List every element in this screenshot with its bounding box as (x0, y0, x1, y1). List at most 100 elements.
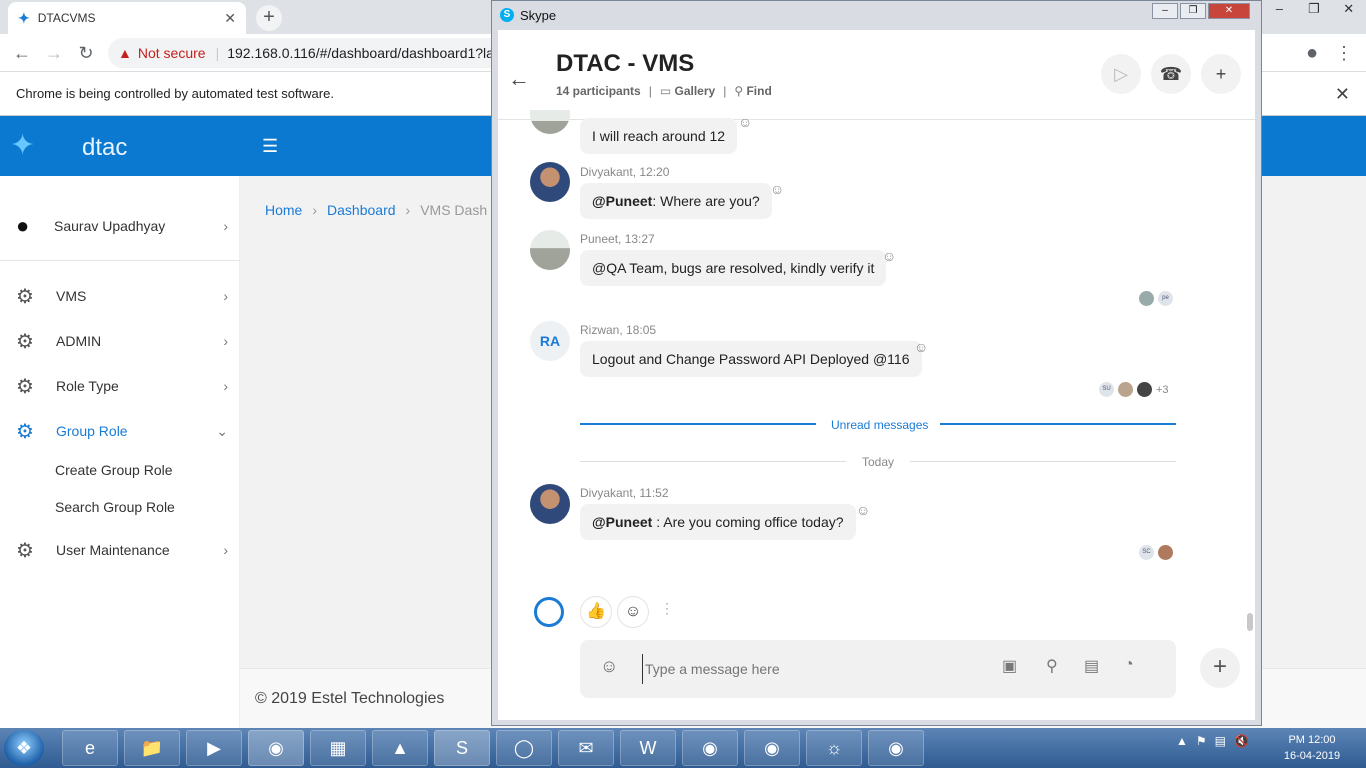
share-media-icon[interactable]: ▣ (1002, 656, 1017, 676)
smile-reaction-button[interactable]: ☺ (617, 596, 649, 628)
read-receipt-avatar (1139, 291, 1154, 306)
reload-icon[interactable]: ↻ (74, 41, 98, 65)
file-explorer-taskbar-icon[interactable]: 📁 (124, 730, 180, 766)
message-sender: Divyakant, 11:52 (580, 486, 669, 500)
more-reactions-icon[interactable]: ⋮ (660, 600, 674, 617)
thumbs-up-reaction-button[interactable]: 👍 (580, 596, 612, 628)
close-window-icon[interactable]: ✕ (1208, 3, 1250, 19)
internet-explorer-taskbar-icon[interactable]: e (62, 730, 118, 766)
forward-icon[interactable]: → (42, 41, 66, 65)
close-infobar-icon[interactable]: ✕ (1335, 72, 1350, 116)
close-tab-icon[interactable]: ✕ (224, 10, 236, 27)
sidebar-item-admin[interactable]: ⚙ ADMIN › (0, 321, 240, 361)
message-bubble[interactable]: I will reach around 12 (580, 118, 738, 154)
breadcrumb-dashboard[interactable]: Dashboard (327, 202, 396, 218)
breadcrumb-home[interactable]: Home (265, 202, 302, 218)
chevron-right-icon: › (223, 378, 228, 394)
eclipse-taskbar-icon[interactable]: ◯ (496, 730, 552, 766)
restore-icon[interactable]: ❐ (1180, 3, 1206, 19)
reaction-smiley-icon[interactable]: ☺ (914, 339, 928, 355)
poll-chart-icon[interactable]: ◔ (1124, 656, 1134, 674)
video-camera-icon: ▷ (1114, 64, 1128, 84)
calculator-taskbar-icon[interactable]: ▦ (310, 730, 366, 766)
message-bubble[interactable]: @QA Team, bugs are resolved, kindly veri… (580, 250, 887, 286)
avatar[interactable]: RA (530, 321, 570, 361)
footer-text: © 2019 Estel Technologies (255, 690, 445, 707)
taskbar-clock[interactable]: PM 12:00 16-04-2019 (1278, 732, 1346, 764)
chart-app-taskbar-icon[interactable]: ▲ (372, 730, 428, 766)
tray-expand-icon[interactable]: ▲ (1176, 734, 1188, 748)
profile-icon[interactable]: ● (1300, 41, 1324, 65)
avatar[interactable] (530, 230, 570, 270)
gallery-icon: ▭ (659, 84, 675, 98)
conversation-meta: 14 participants | ▭ Gallery | ⚲ Find (556, 84, 772, 98)
chrome-taskbar-icon[interactable]: ◉ (744, 730, 800, 766)
location-pin-icon[interactable]: ⚲ (1046, 656, 1058, 676)
sidebar-subitem-create-group-role[interactable]: Create Group Role (55, 462, 173, 478)
add-people-button[interactable]: + (1201, 54, 1241, 94)
sidebar-item-user-maintenance[interactable]: ⚙ User Maintenance › (0, 530, 240, 570)
find-link[interactable]: ⚲ Find (734, 84, 771, 98)
gallery-link[interactable]: ▭ Gallery (660, 84, 715, 98)
video-call-button[interactable]: ▷ (1101, 54, 1141, 94)
message-text: : Are you coming office today? (652, 514, 844, 530)
back-icon[interactable]: ← (10, 41, 34, 65)
close-window-icon[interactable]: ✕ (1331, 0, 1366, 20)
chrome-taskbar-icon[interactable]: ◉ (248, 730, 304, 766)
avatar[interactable] (530, 484, 570, 524)
contact-card-icon[interactable]: ▤ (1084, 656, 1099, 676)
read-receipts[interactable]: SU +3 (1099, 382, 1169, 397)
message-text: @QA Team, bugs are resolved, kindly veri… (592, 260, 875, 276)
sidebar-item-role-type[interactable]: ⚙ Role Type › (0, 366, 240, 406)
network-icon[interactable]: ▤ (1215, 734, 1226, 748)
avatar[interactable] (530, 110, 570, 134)
hamburger-menu-icon[interactable]: ☰ (262, 136, 278, 157)
start-button[interactable]: ❖ (4, 730, 44, 766)
add-content-button[interactable]: + (1200, 648, 1240, 688)
meta-divider: | (723, 84, 727, 98)
volume-muted-icon[interactable]: 🔇 (1234, 734, 1249, 748)
sidebar-subitem-search-group-role[interactable]: Search Group Role (55, 499, 175, 515)
skype-window-title: Skype (520, 7, 557, 23)
chrome-menu-icon[interactable]: ⋮ (1332, 41, 1356, 65)
reaction-smiley-icon[interactable]: ☺ (770, 181, 784, 197)
reaction-smiley-icon[interactable]: ☺ (856, 502, 870, 518)
participants-count[interactable]: 14 participants (556, 84, 641, 98)
skype-taskbar-icon[interactable]: S (434, 730, 490, 766)
sidebar-user[interactable]: ● Saurav Upadhyay › (0, 206, 240, 246)
message-bubble[interactable]: @Puneet: Where are you? (580, 183, 772, 219)
minimize-icon[interactable]: – (1262, 0, 1297, 20)
browser-tab[interactable]: ✦ DTACVMS ✕ (8, 2, 246, 34)
read-receipts[interactable]: SC (1139, 545, 1173, 560)
maximize-icon[interactable]: ❐ (1297, 0, 1332, 20)
message-mention[interactable]: @Puneet (592, 514, 652, 530)
read-receipts[interactable]: pe (1139, 291, 1173, 306)
message-input[interactable] (642, 654, 972, 684)
conversation-title[interactable]: DTAC - VMS (556, 50, 694, 78)
audio-call-button[interactable]: ☎ (1151, 54, 1191, 94)
message-bubble[interactable]: Logout and Change Password API Deployed … (580, 341, 922, 377)
word-taskbar-icon[interactable]: W (620, 730, 676, 766)
back-arrow-icon[interactable]: ← (508, 66, 530, 92)
sidebar-item-vms[interactable]: ⚙ VMS › (0, 276, 240, 316)
reaction-smiley-icon[interactable]: ☺ (738, 114, 752, 130)
sidebar-item-group-role[interactable]: ⚙ Group Role ⌄ (0, 411, 240, 451)
chat-scrollbar[interactable] (1247, 613, 1253, 631)
gear-icon: ⚙ (16, 285, 34, 308)
new-tab-button[interactable]: + (256, 5, 282, 31)
message-bubble[interactable]: @Puneet : Are you coming office today? (580, 504, 856, 540)
emoji-picker-icon[interactable]: ☺ (600, 656, 618, 677)
breadcrumb-separator: › (312, 202, 318, 218)
security-indicator[interactable]: ▲ Not secure (118, 45, 206, 61)
avatar[interactable] (530, 162, 570, 202)
chrome-taskbar-icon[interactable]: ◉ (868, 730, 924, 766)
message-mention[interactable]: @Puneet (592, 193, 652, 209)
minimize-icon[interactable]: – (1152, 3, 1178, 19)
mail-taskbar-icon[interactable]: ✉ (558, 730, 614, 766)
clock-date: 16-04-2019 (1283, 750, 1341, 762)
media-player-taskbar-icon[interactable]: ▶ (186, 730, 242, 766)
reaction-smiley-icon[interactable]: ☺ (882, 248, 896, 264)
flag-icon[interactable]: ⚑ (1196, 734, 1207, 748)
chrome-taskbar-icon[interactable]: ◉ (682, 730, 738, 766)
firefox-taskbar-icon[interactable]: ☼ (806, 730, 862, 766)
